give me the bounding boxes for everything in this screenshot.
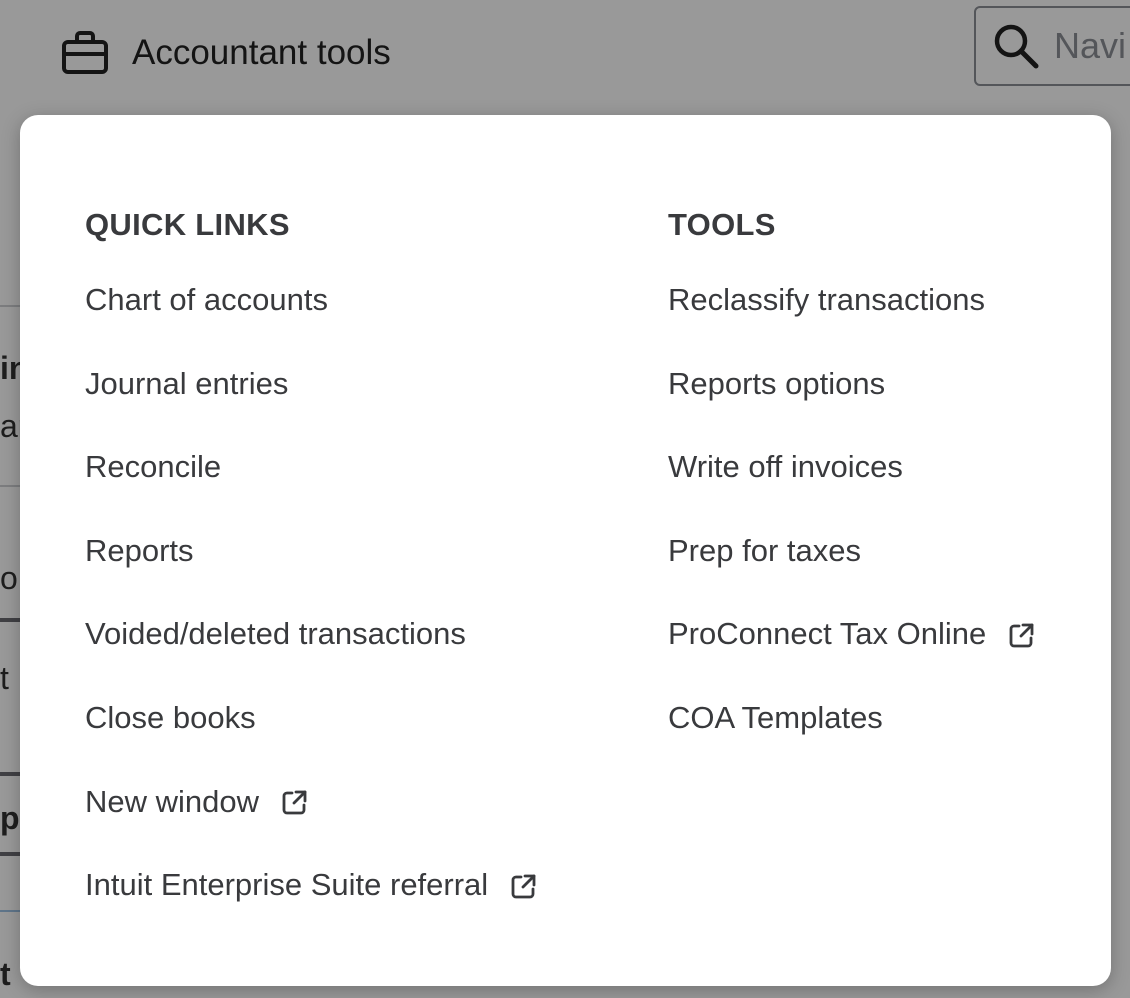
menu-item-label: Voided/deleted transactions [85,616,466,652]
menu-item-label: Journal entries [85,365,289,401]
menu-item-reports-options[interactable]: Reports options [668,362,1035,446]
quick-links-list: Chart of accounts Journal entries Reconc… [85,278,537,947]
menu-item-label: Intuit Enterprise Suite referral [85,866,489,902]
menu-item-label: Reports options [668,365,886,401]
menu-item-intuit-enterprise-suite-referral[interactable]: Intuit Enterprise Suite referral [85,863,537,947]
menu-item-label: Reclassify transactions [668,281,986,317]
external-link-icon [509,871,537,899]
menu-item-new-window[interactable]: New window [85,780,537,864]
menu-item-reclassify-transactions[interactable]: Reclassify transactions [668,278,1035,362]
tools-heading: TOOLS [668,207,776,242]
quick-links-heading: QUICK LINKS [85,207,290,242]
menu-item-journal-entries[interactable]: Journal entries [85,362,537,446]
menu-item-label: Prep for taxes [668,532,861,568]
menu-item-label: COA Templates [668,699,883,735]
menu-item-label: ProConnect Tax Online [668,616,987,652]
tools-list: Reclassify transactions Reports options … [668,278,1035,780]
menu-item-reconcile[interactable]: Reconcile [85,445,537,529]
menu-item-reports[interactable]: Reports [85,529,537,613]
menu-item-chart-of-accounts[interactable]: Chart of accounts [85,278,537,362]
menu-item-proconnect-tax-online[interactable]: ProConnect Tax Online [668,612,1035,696]
menu-item-label: Reports [85,532,194,568]
app-page: Accountant tools Navi in ar o t p t QUIC… [0,0,1130,998]
external-link-icon [1007,620,1035,648]
tools-column: TOOLS Reclassify transactions Reports op… [668,205,1035,780]
menu-item-label: Reconcile [85,449,222,484]
menu-item-prep-for-taxes[interactable]: Prep for taxes [668,529,1035,613]
menu-item-voided-deleted-transactions[interactable]: Voided/deleted transactions [85,612,537,696]
menu-item-label: Write off invoices [668,449,903,484]
menu-item-write-off-invoices[interactable]: Write off invoices [668,445,1035,529]
accountant-tools-dropdown: QUICK LINKS Chart of accounts Journal en… [20,115,1111,986]
menu-item-coa-templates[interactable]: COA Templates [668,696,1035,780]
quick-links-column: QUICK LINKS Chart of accounts Journal en… [85,205,537,947]
menu-item-label: New window [85,783,260,819]
menu-item-close-books[interactable]: Close books [85,696,537,780]
menu-item-label: Chart of accounts [85,281,328,317]
external-link-icon [280,787,308,815]
menu-item-label: Close books [85,699,256,735]
